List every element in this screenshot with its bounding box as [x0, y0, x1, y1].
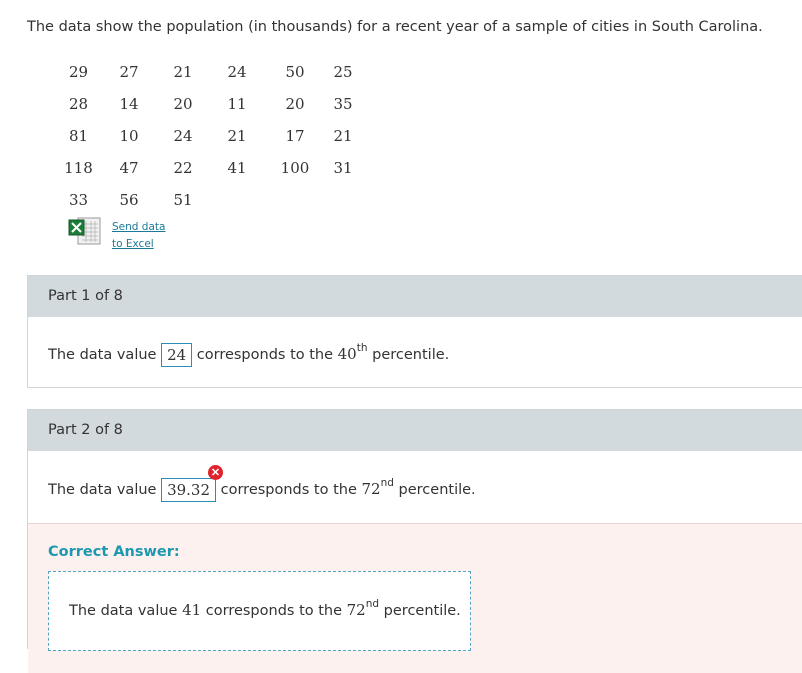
correct-post-text: percentile.: [383, 602, 461, 619]
part-2-answer-input[interactable]: 39.32 ✕: [161, 465, 224, 502]
send-data-label: Send data: [112, 221, 166, 233]
data-cell: 21: [173, 63, 193, 81]
data-row: 33 56 51: [55, 184, 360, 216]
data-cell: 14: [119, 95, 139, 113]
data-row: 118 47 22 41 100 31: [55, 152, 360, 184]
data-row: 28 14 20 11 20 35: [55, 88, 360, 120]
data-row: 81 10 24 21 17 21: [55, 120, 360, 152]
part-1-post-text: percentile.: [372, 347, 450, 363]
part-2-title: Part 2 of 8: [28, 410, 802, 451]
data-cell: 17: [285, 127, 305, 145]
correct-answer-section: Correct Answer: The data value 41 corres…: [28, 523, 802, 673]
data-cell: 51: [173, 191, 193, 209]
correct-answer-label: Correct Answer:: [48, 544, 180, 560]
close-icon: ✕: [208, 465, 224, 480]
data-cell: 24: [173, 127, 193, 145]
data-cell: 100: [280, 159, 310, 177]
part-1-pre-text: The data value: [48, 347, 157, 363]
to-excel-label: to Excel: [112, 238, 154, 250]
data-cell: 27: [119, 63, 139, 81]
data-cell: 21: [333, 127, 353, 145]
part-2-post-text: percentile.: [398, 482, 476, 498]
part-2-panel: Part 2 of 8 The data value 39.32 ✕ corres…: [27, 409, 802, 673]
part-1-sentence: The data value 24 corresponds to the 40t…: [48, 342, 450, 367]
data-table: 29 27 21 24 50 25 28 14 20 11 20 35 81 10 24 21 17 21 118 4…: [55, 56, 360, 216]
problem-statement: The data show the population (in thousan…: [27, 19, 763, 35]
part-2-ordinal-suffix: nd: [380, 477, 394, 490]
part-1-panel: Part 1 of 8 The data value 24 correspond…: [27, 275, 802, 388]
data-cell: 10: [119, 127, 139, 145]
data-cell: 47: [119, 159, 139, 177]
send-to-excel-link[interactable]: Send data to Excel: [112, 219, 165, 253]
data-row: 29 27 21 24 50 25: [55, 56, 360, 88]
data-cell: 21: [227, 127, 247, 145]
data-cell: 50: [285, 63, 305, 81]
data-cell: 31: [333, 159, 353, 177]
data-cell: 81: [68, 127, 89, 145]
data-cell: [210, 184, 264, 216]
correct-value: 41: [182, 600, 202, 619]
part-1-answer-input[interactable]: 24: [161, 343, 193, 367]
part-2-sentence: The data value 39.32 ✕ corresponds to the…: [48, 465, 476, 502]
data-cell: 25: [333, 63, 353, 81]
data-cell: 29: [68, 63, 89, 81]
data-cell: 11: [227, 95, 247, 113]
part-2-mid-text: corresponds to the: [220, 482, 357, 498]
part-1-title: Part 1 of 8: [28, 276, 802, 317]
correct-answer-sentence: The data value 41 corresponds to the 72n…: [69, 598, 461, 619]
correct-answer-box: The data value 41 corresponds to the 72n…: [48, 571, 471, 651]
data-cell: 118: [64, 159, 93, 177]
excel-icon[interactable]: [68, 216, 101, 246]
data-cell: 20: [285, 95, 305, 113]
correct-pre-text: The data value: [69, 602, 178, 619]
data-cell: [326, 184, 360, 216]
data-cell: 35: [333, 95, 353, 113]
data-cell: 22: [173, 159, 193, 177]
part-1-ordinal-suffix: th: [356, 342, 368, 355]
correct-percentile: 72: [346, 600, 366, 619]
data-cell: 20: [173, 95, 193, 113]
part-2-pre-text: The data value: [48, 482, 157, 498]
part-1-mid-text: corresponds to the: [196, 347, 334, 363]
correct-ordinal-suffix: nd: [365, 598, 380, 610]
data-cell: 24: [227, 63, 247, 81]
data-cell: [264, 184, 326, 216]
part-2-answer-value: 39.32: [167, 481, 211, 499]
data-cell: 28: [68, 95, 89, 113]
data-cell: 33: [68, 191, 89, 209]
part-1-percentile: 40: [337, 345, 357, 363]
part-2-percentile: 72: [361, 480, 381, 498]
correct-mid-text: corresponds to the: [205, 602, 343, 619]
data-cell: 41: [227, 159, 247, 177]
data-cell: 56: [119, 191, 139, 209]
